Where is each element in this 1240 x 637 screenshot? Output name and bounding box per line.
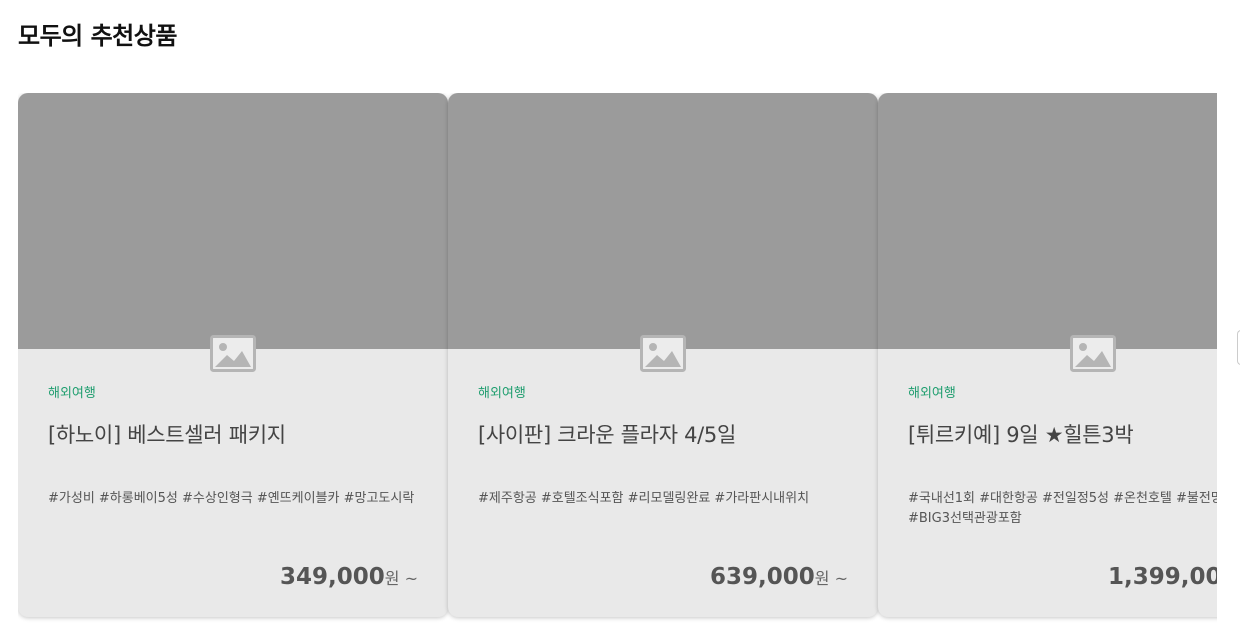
price-amount: 639,000	[710, 564, 815, 590]
product-title[interactable]: [튀르키예] 9일 ★힐튼3박	[908, 419, 1217, 447]
product-title[interactable]: [하노이] 베스트셀러 패키지	[48, 419, 418, 447]
product-thumbnail[interactable]	[18, 93, 448, 349]
product-category: 해외여행	[48, 386, 96, 401]
product-tags: #국내선1회 #대한항공 #전일정5성 #온천호텔 #불전망대 #BIG3선택관…	[908, 491, 1217, 526]
carousel-track: 해외여행 [하노이] 베스트셀러 패키지 #가성비 #하롱베이5성 #수상인형극…	[18, 93, 1217, 623]
product-card[interactable]: 해외여행 [하노이] 베스트셀러 패키지 #가성비 #하롱베이5성 #수상인형극…	[18, 93, 448, 617]
image-placeholder-icon	[210, 335, 256, 372]
product-title[interactable]: [사이판] 크라운 플라자 4/5일	[478, 419, 848, 447]
price-amount: 349,000	[280, 564, 385, 590]
price-suffix: 원 ~	[814, 569, 848, 588]
product-category: 해외여행	[908, 386, 956, 401]
product-price: 1,399,000원 ~	[1108, 564, 1217, 590]
product-price: 639,000원 ~	[710, 564, 848, 590]
price-amount: 1,399,000	[1108, 564, 1217, 590]
product-price: 349,000원 ~	[280, 564, 418, 590]
product-card[interactable]: 해외여행 [튀르키예] 9일 ★힐튼3박 #국내선1회 #대한항공 #전일정5성…	[878, 93, 1217, 617]
section-title: 모두의 추천상품	[18, 22, 177, 50]
product-thumbnail[interactable]	[448, 93, 878, 349]
product-card[interactable]: 해외여행 [사이판] 크라운 플라자 4/5일 #제주항공 #호텔조식포함 #리…	[448, 93, 878, 617]
product-category: 해외여행	[478, 386, 526, 401]
price-suffix: 원 ~	[384, 569, 418, 588]
product-tags: #제주항공 #호텔조식포함 #리모델링완료 #가라판시내위치	[478, 491, 810, 506]
image-placeholder-icon	[640, 335, 686, 372]
product-thumbnail[interactable]	[878, 93, 1217, 349]
product-tags: #가성비 #하롱베이5성 #수상인형극 #옌뜨케이블카 #망고도시락	[48, 491, 415, 506]
image-placeholder-icon	[1070, 335, 1116, 372]
product-carousel[interactable]: 해외여행 [하노이] 베스트셀러 패키지 #가성비 #하롱베이5성 #수상인형극…	[18, 93, 1217, 623]
